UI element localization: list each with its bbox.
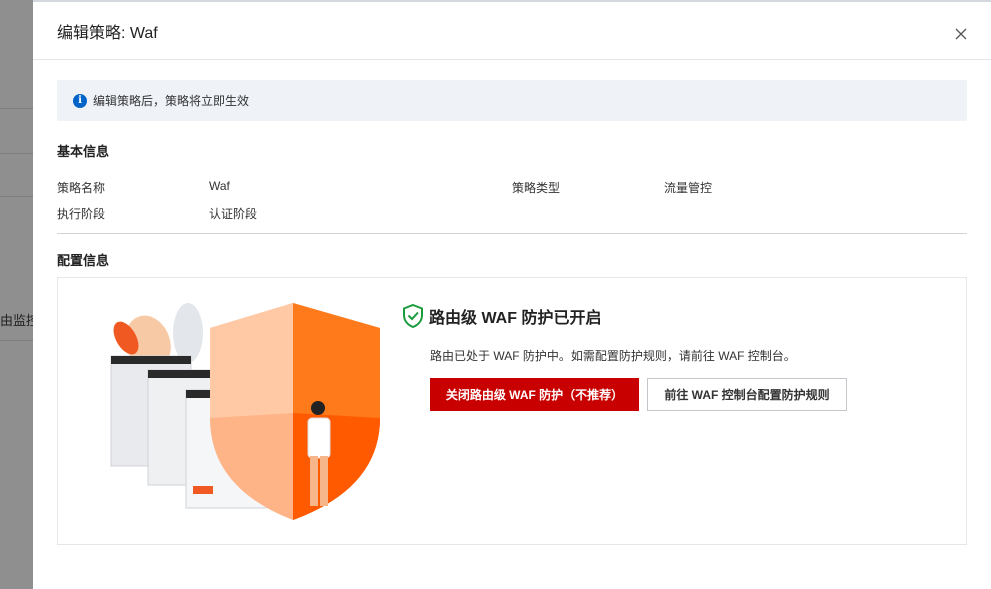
- divider: [0, 153, 33, 154]
- section-divider: [57, 233, 967, 234]
- divider: [0, 196, 33, 197]
- policy-type-label: 策略类型: [512, 179, 560, 196]
- policy-type-value: 流量管控: [664, 179, 712, 196]
- status-title-text: 路由级 WAF 防护已开启: [429, 304, 601, 328]
- config-info-heading: 配置信息: [57, 250, 109, 269]
- shield-check-icon: [401, 303, 425, 329]
- info-notice: i 编辑策略后，策略将立即生效: [57, 80, 967, 121]
- stage-label: 执行阶段: [57, 205, 105, 222]
- divider: [0, 108, 33, 109]
- disable-waf-button[interactable]: 关闭路由级 WAF 防护（不推荐）: [430, 378, 639, 411]
- info-icon: i: [73, 94, 87, 108]
- waf-shield-illustration: [78, 298, 388, 523]
- drawer-title: 编辑策略: Waf: [33, 2, 991, 60]
- policy-name-value: Waf: [209, 179, 230, 193]
- policy-name-label: 策略名称: [57, 179, 105, 196]
- edit-policy-drawer: 编辑策略: Waf i 编辑策略后，策略将立即生效 基本信息 策略名称 Waf …: [33, 0, 991, 589]
- divider: [0, 340, 33, 341]
- notice-text: 编辑策略后，策略将立即生效: [93, 92, 249, 109]
- status-description: 路由已处于 WAF 防护中。如需配置防护规则，请前往 WAF 控制台。: [430, 347, 796, 364]
- close-icon[interactable]: [953, 26, 969, 42]
- status-title: 路由级 WAF 防护已开启: [401, 303, 601, 329]
- waf-console-button[interactable]: 前往 WAF 控制台配置防护规则: [647, 378, 847, 411]
- background-page: 由监控: [0, 0, 33, 589]
- waf-status-card: 路由级 WAF 防护已开启 路由已处于 WAF 防护中。如需配置防护规则，请前往…: [57, 277, 967, 545]
- basic-info-heading: 基本信息: [57, 141, 109, 160]
- stage-value: 认证阶段: [209, 205, 257, 222]
